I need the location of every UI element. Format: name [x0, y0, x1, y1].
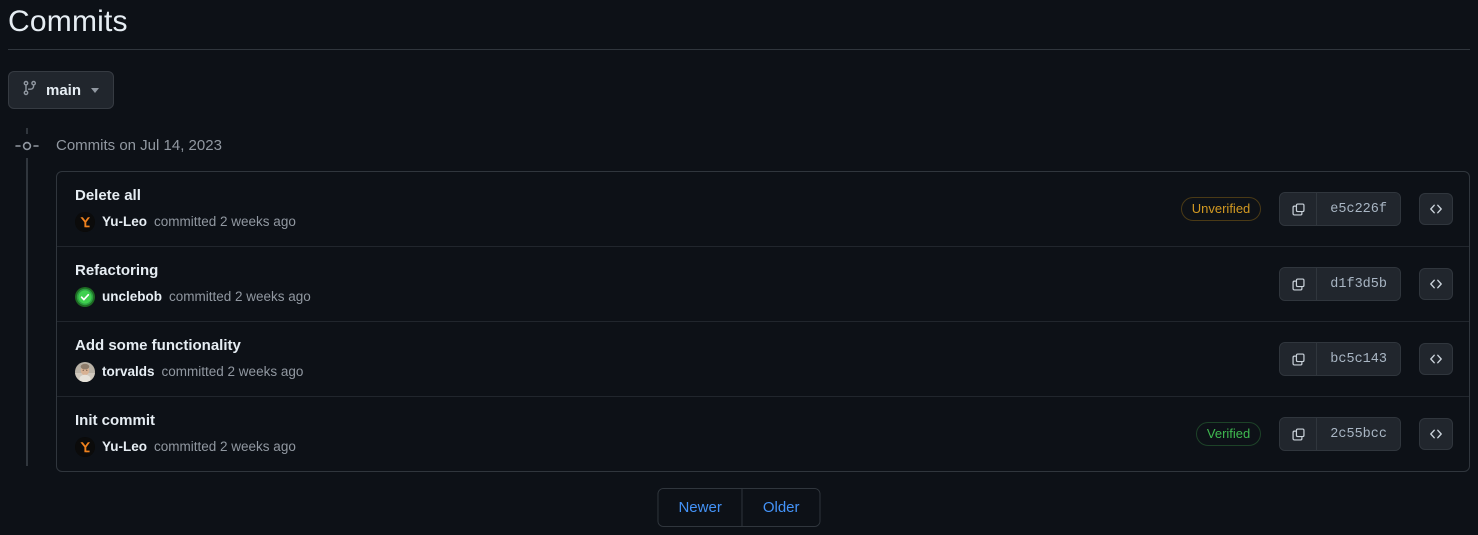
commit-message[interactable]: Delete all — [75, 186, 296, 206]
commit-sha-group: d1f3d5b — [1279, 267, 1401, 301]
commit-author[interactable]: torvalds — [102, 362, 155, 382]
table-row: Delete all Yu-Leo committed 2 weeks ago … — [57, 172, 1469, 247]
copy-icon[interactable] — [1280, 193, 1318, 225]
branch-selector-label: main — [46, 81, 82, 99]
code-icon[interactable] — [1419, 268, 1453, 300]
code-icon[interactable] — [1419, 193, 1453, 225]
pagination-older-button[interactable]: Older — [741, 489, 820, 526]
commit-author[interactable]: Yu-Leo — [102, 437, 147, 457]
commit-date-header: Commits on Jul 14, 2023 — [56, 137, 222, 154]
commit-sha-group: bc5c143 — [1279, 342, 1401, 376]
commit-details: Delete all Yu-Leo committed 2 weeks ago — [75, 186, 296, 232]
commit-actions: bc5c143 — [1279, 342, 1453, 376]
avatar[interactable] — [75, 437, 95, 457]
table-row: Init commit Yu-Leo committed 2 weeks ago… — [57, 397, 1469, 471]
commit-timestamp: committed 2 weeks ago — [161, 364, 304, 379]
commit-meta: torvalds committed 2 weeks ago — [75, 362, 303, 382]
git-branch-icon — [22, 80, 38, 101]
commit-meta: unclebob committed 2 weeks ago — [75, 287, 311, 307]
commit-sha[interactable]: 2c55bcc — [1317, 418, 1400, 450]
commit-author[interactable]: unclebob — [102, 287, 162, 307]
code-icon[interactable] — [1419, 343, 1453, 375]
commit-sha-group: 2c55bcc — [1279, 417, 1401, 451]
avatar[interactable] — [75, 212, 95, 232]
commit-actions: Verified 2c55bcc — [1195, 417, 1453, 451]
branch-selector-button[interactable]: main — [8, 71, 115, 109]
commit-timeline-line — [26, 128, 28, 466]
commit-timestamp: committed 2 weeks ago — [154, 439, 296, 454]
code-icon[interactable] — [1419, 418, 1453, 450]
table-row: Add some functionality torvalds committe… — [57, 322, 1469, 397]
avatar[interactable] — [75, 287, 95, 307]
commit-timestamp: committed 2 weeks ago — [169, 289, 311, 304]
title-divider — [8, 49, 1470, 50]
commit-details: Add some functionality torvalds committe… — [75, 336, 303, 382]
commit-message[interactable]: Refactoring — [75, 261, 311, 281]
commit-sha[interactable]: bc5c143 — [1317, 343, 1400, 375]
commit-details: Refactoring unclebob committed 2 weeks a… — [75, 261, 311, 307]
avatar[interactable] — [75, 362, 95, 382]
status-badge[interactable]: Unverified — [1180, 197, 1262, 221]
commit-list: Delete all Yu-Leo committed 2 weeks ago … — [56, 171, 1470, 472]
pagination-newer-button[interactable]: Newer — [658, 489, 742, 526]
commit-meta: Yu-Leo committed 2 weeks ago — [75, 437, 296, 457]
commit-details: Init commit Yu-Leo committed 2 weeks ago — [75, 411, 296, 457]
commit-author[interactable]: Yu-Leo — [102, 212, 147, 232]
pagination: Newer Older — [657, 488, 821, 527]
commit-timestamp: committed 2 weeks ago — [154, 214, 296, 229]
commit-sha[interactable]: d1f3d5b — [1317, 268, 1400, 300]
chevron-down-icon — [91, 87, 100, 93]
commit-message[interactable]: Add some functionality — [75, 336, 303, 356]
copy-icon[interactable] — [1280, 418, 1318, 450]
copy-icon[interactable] — [1280, 268, 1318, 300]
commit-actions: d1f3d5b — [1279, 267, 1453, 301]
commit-actions: Unverified e5c226f — [1180, 192, 1453, 226]
commit-sha[interactable]: e5c226f — [1317, 193, 1400, 225]
page-title: Commits — [8, 5, 128, 38]
table-row: Refactoring unclebob committed 2 weeks a… — [57, 247, 1469, 322]
commit-meta: Yu-Leo committed 2 weeks ago — [75, 212, 296, 232]
commit-node-icon — [14, 134, 39, 158]
commit-message[interactable]: Init commit — [75, 411, 296, 431]
status-badge[interactable]: Verified — [1195, 422, 1262, 446]
commit-sha-group: e5c226f — [1279, 192, 1401, 226]
copy-icon[interactable] — [1280, 343, 1318, 375]
